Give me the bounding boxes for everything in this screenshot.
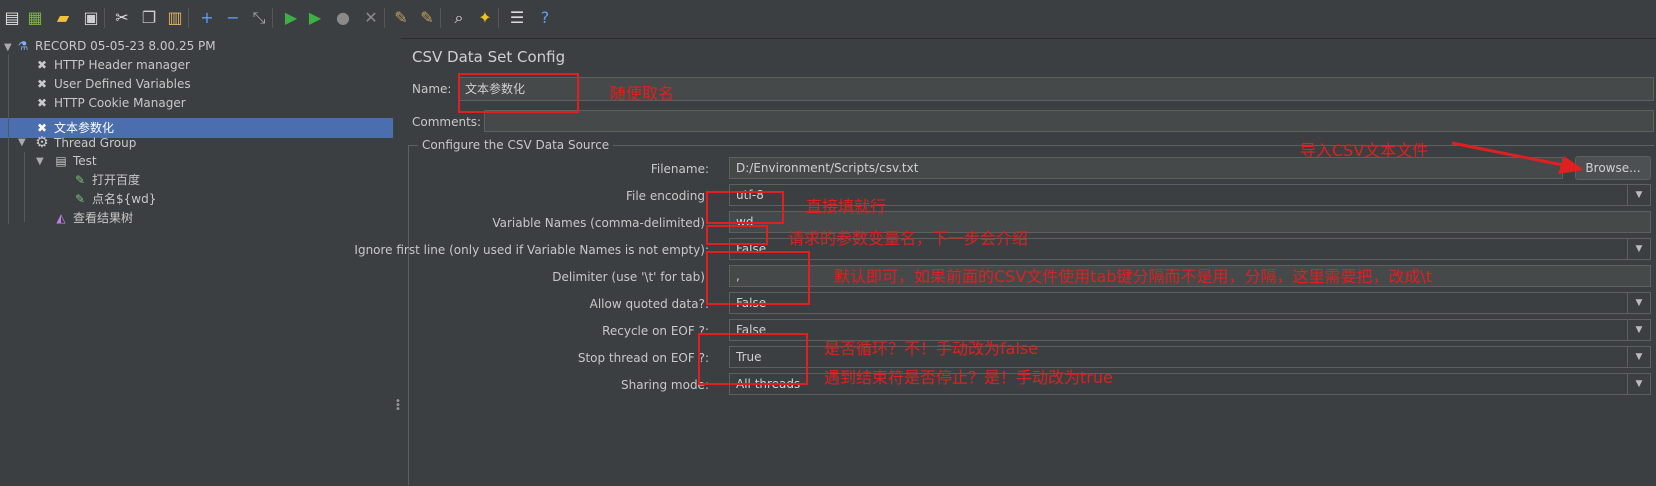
- toolbar-separator: [272, 8, 273, 28]
- tree-node-label: RECORD 05-05-23 8.00.25 PM: [35, 39, 216, 53]
- annotation-arrow: [1451, 141, 1584, 174]
- gear-icon: ⚙: [35, 133, 49, 151]
- splitter-grip-icon: • • •: [395, 396, 401, 415]
- sampler-icon: ✎: [74, 192, 86, 206]
- tree-node-label: 打开百度: [92, 173, 141, 187]
- tree-node-thread-group[interactable]: ⚙ Thread Group: [33, 132, 136, 152]
- annotation-box-recycle-stop: [698, 333, 808, 385]
- toggle-icon[interactable]: ⤡: [248, 7, 270, 29]
- tree-node-view-results-tree[interactable]: ◭ 查看结果树: [52, 208, 133, 228]
- start-icon[interactable]: ▶: [280, 7, 302, 29]
- annotation-import-note: 导入CSV文本文件: [1300, 141, 1429, 160]
- new-icon[interactable]: ▤: [1, 7, 23, 29]
- clear-all-icon[interactable]: ✎: [416, 7, 438, 29]
- group-title: Configure the CSV Data Source: [418, 138, 614, 152]
- annotation-box-encoding: [706, 191, 784, 224]
- function-helper-icon[interactable]: ☰: [506, 7, 528, 29]
- shutdown-icon[interactable]: ✕: [360, 7, 382, 29]
- tree-guide-line: [8, 54, 9, 224]
- ignore-first-line-label: Ignore first line (only used if Variable…: [354, 243, 709, 257]
- sampler-icon: ✎: [74, 173, 86, 187]
- filename-field[interactable]: D:/Environment/Scripts/csv.txt: [729, 157, 1563, 179]
- tree-node-http-header-manager[interactable]: ✖ HTTP Header manager: [33, 55, 190, 75]
- panel-splitter[interactable]: • • •: [393, 38, 401, 486]
- start-no-pauses-icon[interactable]: ▶: [304, 7, 326, 29]
- sharing-mode-label: Sharing mode:: [621, 378, 709, 392]
- listener-icon: ◭: [56, 211, 66, 225]
- annotation-box-varnames: [706, 225, 768, 245]
- chevron-down-icon[interactable]: ▼: [1627, 239, 1650, 259]
- tree-node-test-plan[interactable]: ⚗ RECORD 05-05-23 8.00.25 PM: [14, 36, 216, 56]
- paste-icon[interactable]: ▥: [164, 7, 186, 29]
- page-title: CSV Data Set Config: [412, 48, 566, 66]
- tree-node-label: 点名${wd}: [92, 192, 157, 206]
- stop-thread-label: Stop thread on EOF ?:: [577, 351, 709, 365]
- annotation-encoding-note: 直接填就行: [806, 197, 887, 216]
- open-icon[interactable]: ▰: [52, 7, 74, 29]
- toolbar-separator: [440, 8, 441, 28]
- chevron-down-icon[interactable]: ▼: [4, 42, 12, 53]
- csv-config-panel: CSV Data Set Config Name: 文本参数化 Comments…: [354, 38, 1656, 486]
- comments-label: Comments:: [412, 115, 482, 129]
- chevron-down-icon[interactable]: ▼: [18, 137, 26, 148]
- annotation-delimiter-note: 默认即可，如果前面的CSV文件使用tab键分隔而不是用，分隔，这里需要把，改成\…: [834, 267, 1433, 286]
- chevron-down-icon[interactable]: ▼: [1627, 185, 1650, 205]
- encoding-label: File encoding:: [625, 189, 709, 203]
- toolbar-separator: [384, 8, 385, 28]
- chevron-down-icon[interactable]: ▼: [1627, 374, 1650, 394]
- wrench-icon: ✖: [36, 77, 48, 91]
- copy-icon[interactable]: ❐: [138, 7, 160, 29]
- tree-node-label: Test: [73, 154, 97, 168]
- recycle-label: Recycle on EOF ?:: [602, 324, 709, 338]
- tree-guide-line: [24, 152, 25, 222]
- reset-search-icon[interactable]: ✦: [474, 7, 496, 29]
- search-icon[interactable]: ⌕: [448, 7, 470, 29]
- name-label: Name:: [412, 82, 452, 96]
- quoted-data-label: Allow quoted data?:: [589, 297, 709, 311]
- clear-icon[interactable]: ✎: [390, 7, 412, 29]
- tree-node-label: HTTP Cookie Manager: [54, 96, 186, 110]
- tree-node-open-baidu[interactable]: ✎ 打开百度: [71, 170, 140, 190]
- chevron-down-icon[interactable]: ▼: [36, 156, 44, 167]
- wrench-icon: ✖: [36, 58, 48, 72]
- tree-node-user-defined-variables[interactable]: ✖ User Defined Variables: [33, 74, 191, 94]
- test-plan-tree: ▼ ▼ ▼ ⚗ RECORD 05-05-23 8.00.25 PM ✖ HTTP …: [0, 38, 394, 486]
- toolbar-separator: [188, 8, 189, 28]
- annotation-stop-note: 遇到结束符是否停止？是！手动改为true: [824, 368, 1113, 387]
- tree-node-label: 查看结果树: [73, 211, 134, 225]
- annotation-varnames-note: 请求的参数变量名，下一步会介绍: [788, 229, 1029, 248]
- toolbar-separator: [104, 8, 105, 28]
- varnames-label: Variable Names (comma-delimited):: [492, 216, 709, 230]
- tree-node-http-cookie-manager[interactable]: ✖ HTTP Cookie Manager: [33, 93, 186, 113]
- chevron-down-icon[interactable]: ▼: [1627, 293, 1650, 313]
- help-icon[interactable]: ?: [534, 7, 556, 29]
- annotation-name-note: 随便取名: [610, 84, 675, 103]
- cut-icon[interactable]: ✂: [111, 7, 133, 29]
- filename-label: Filename:: [650, 162, 709, 176]
- flask-icon: ⚗: [17, 39, 29, 53]
- tree-node-wd-sampler[interactable]: ✎ 点名${wd}: [71, 189, 156, 209]
- tree-node-test-controller[interactable]: ▤ Test: [52, 151, 97, 171]
- tree-node-label: HTTP Header manager: [54, 58, 190, 72]
- save-icon[interactable]: ▣: [80, 7, 102, 29]
- wrench-icon: ✖: [36, 96, 48, 110]
- annotation-box-name: [458, 73, 579, 113]
- controller-icon: ▤: [55, 154, 67, 168]
- tree-node-label: User Defined Variables: [54, 77, 191, 91]
- templates-icon[interactable]: ▦: [24, 7, 46, 29]
- annotation-box-delimiter: [706, 251, 810, 305]
- stop-icon[interactable]: ●: [332, 7, 354, 29]
- quoted-data-combobox[interactable]: False ▼: [729, 292, 1651, 314]
- delimiter-label: Delimiter (use '\t' for tab):: [552, 270, 709, 284]
- toolbar-separator: [498, 8, 499, 28]
- comments-field[interactable]: [484, 110, 1654, 132]
- tree-node-label: Thread Group: [54, 136, 137, 150]
- chevron-down-icon[interactable]: ▼: [1627, 347, 1650, 367]
- expand-icon[interactable]: +: [196, 7, 218, 29]
- chevron-down-icon[interactable]: ▼: [1627, 320, 1650, 340]
- toolbar: ▤ ▦ ▰ ▣ ✂ ❐ ▥ + − ⤡ ▶ ▶ ● ✕ ✎ ✎ ⌕ ✦ ☰?: [0, 0, 1656, 39]
- annotation-recycle-note: 是否循环？不！手动改为false: [824, 339, 1039, 358]
- collapse-icon[interactable]: −: [222, 7, 244, 29]
